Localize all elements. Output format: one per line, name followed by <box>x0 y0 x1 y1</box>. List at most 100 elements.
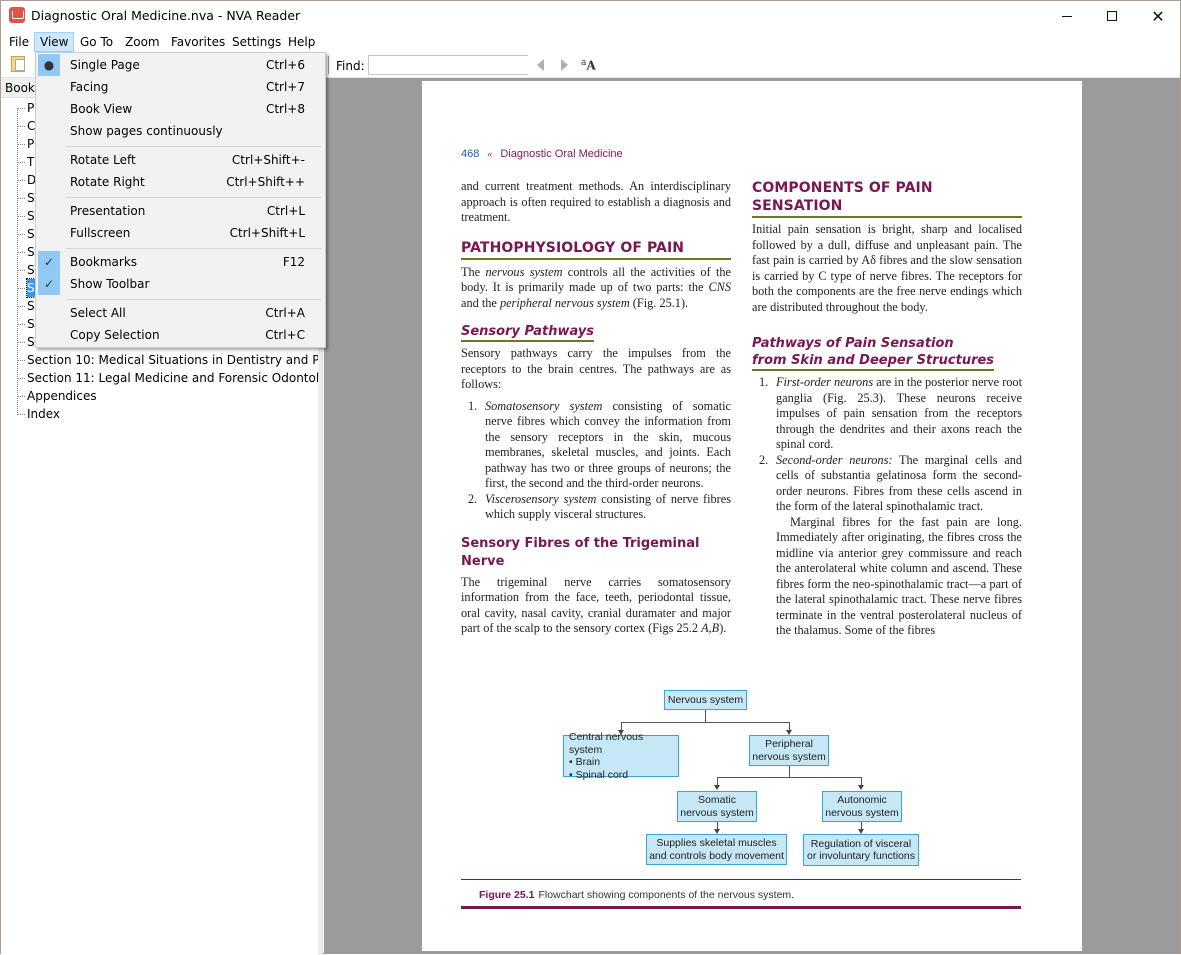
right-column: COMPONENTS OF PAIN SENSATION Initial pai… <box>752 179 1022 639</box>
heading-pathways-line2: from Skin and Deeper Structures <box>752 352 995 371</box>
menu-favorites[interactable]: Favorites <box>166 32 230 52</box>
close-icon: ✕ <box>1151 6 1165 26</box>
node-somatic: Somatic nervous system <box>677 791 757 822</box>
bookmark-item-index[interactable]: Index <box>27 405 60 423</box>
paragraph-marginal-fibres: Marginal fibres for the fast pain are lo… <box>776 514 1022 638</box>
running-title: Diagnostic Oral Medicine <box>500 148 623 160</box>
figure-label: Figure 25.1 <box>479 889 535 901</box>
bookmark-item-selected[interactable]: S <box>26 278 36 298</box>
bookmark-item[interactable]: P <box>27 135 34 153</box>
bookmark-item[interactable]: S <box>27 315 35 333</box>
emphasis: Viscerosensory system <box>485 491 597 506</box>
menu-view[interactable]: View <box>34 32 75 52</box>
menu-check-slot <box>38 302 60 324</box>
match-case-icon[interactable]: aA <box>581 57 596 73</box>
find-next-icon[interactable] <box>561 59 568 71</box>
bookmark-item-appendices[interactable]: Appendices <box>27 387 97 405</box>
menu-item-facing[interactable]: Facing Ctrl+7 <box>38 76 323 98</box>
menu-separator <box>66 248 321 249</box>
menu-go-to[interactable]: Go To <box>75 32 118 52</box>
emphasis: peripheral nervous system <box>499 295 630 310</box>
menu-item-single-page[interactable]: ● Single Page Ctrl+6 <box>38 54 323 76</box>
bookmark-item[interactable]: T <box>27 153 34 171</box>
node-label: or involuntary functions <box>807 850 915 862</box>
figure-rule <box>461 879 1021 880</box>
tree-connector <box>17 108 18 415</box>
node-label: Somatic <box>698 794 736 806</box>
paragraph-components: Initial pain sensation is bright, sharp … <box>752 222 1022 314</box>
menu-item-label: Book View <box>70 102 133 116</box>
list-number: 2. <box>759 452 769 467</box>
checkmark-icon: ✓ <box>38 273 60 295</box>
menu-zoom[interactable]: Zoom <box>120 32 165 52</box>
menu-item-show-toolbar[interactable]: ✓ Show Toolbar <box>38 273 323 295</box>
text-run: The trigeminal nerve carries somatosenso… <box>461 574 731 636</box>
menu-item-label: Select All <box>70 306 126 320</box>
figure-caption: Figure 25.1 Flowchart showing components … <box>479 889 794 901</box>
bookmark-item[interactable]: S <box>27 261 35 279</box>
menu-item-book-view[interactable]: Book View Ctrl+8 <box>38 98 323 120</box>
menu-item-label: Rotate Left <box>70 153 136 167</box>
menu-settings[interactable]: Settings <box>227 32 286 52</box>
text-run: (Fig. 25.1). <box>629 295 689 310</box>
bookmark-item[interactable]: S <box>27 189 35 207</box>
bookmark-item-section-10[interactable]: Section 10: Medical Situations in Dentis… <box>27 351 319 369</box>
tree-connector <box>17 162 25 163</box>
emphasis: First-order neurons <box>776 375 874 389</box>
node-label: Autonomic <box>837 794 887 806</box>
menu-file[interactable]: File <box>4 32 34 52</box>
bookmark-item[interactable]: S <box>27 243 35 261</box>
bookmark-item[interactable]: S <box>27 333 35 351</box>
node-label: Central nervous system <box>569 731 644 756</box>
menu-item-copy-selection[interactable]: Copy Selection Ctrl+C <box>38 324 323 346</box>
bookmark-item[interactable]: P <box>27 99 34 117</box>
menu-item-fullscreen[interactable]: Fullscreen Ctrl+Shift+L <box>38 222 323 244</box>
tree-connector <box>17 342 25 343</box>
sensory-list: 1. Somatosensory system consisting of som… <box>461 399 731 523</box>
find-previous-icon[interactable] <box>537 59 544 71</box>
text-run: The <box>461 264 486 279</box>
menu-item-rotate-right[interactable]: Rotate Right Ctrl+Shift++ <box>38 171 323 193</box>
menu-item-rotate-left[interactable]: Rotate Left Ctrl+Shift+- <box>38 149 323 171</box>
menu-item-select-all[interactable]: Select All Ctrl+A <box>38 302 323 324</box>
running-header: 468 « Diagnostic Oral Medicine <box>461 148 623 160</box>
list-number: 1. <box>468 398 478 413</box>
list-item: 1. Somatosensory system consisting of som… <box>461 399 731 492</box>
bookmark-item-section-11[interactable]: Section 11: Legal Medicine and Forensic … <box>27 369 319 387</box>
menu-item-shortcut: Ctrl+A <box>265 306 305 320</box>
bookmark-item[interactable]: S <box>27 225 35 243</box>
tree-connector <box>17 378 25 379</box>
node-cns: Central nervous system • Brain • Spinal … <box>563 731 679 781</box>
menu-item-show-pages-continuously[interactable]: Show pages continuously <box>38 120 323 142</box>
window-title: Diagnostic Oral Medicine.nva - NVA Reade… <box>31 8 301 23</box>
open-file-icon[interactable] <box>11 56 25 72</box>
menu-item-shortcut: Ctrl+Shift++ <box>226 175 305 189</box>
menu-help[interactable]: Help <box>283 32 320 52</box>
menu-item-presentation[interactable]: Presentation Ctrl+L <box>38 200 323 222</box>
tree-connector <box>17 396 25 397</box>
menu-item-shortcut: Ctrl+8 <box>265 102 305 116</box>
menu-item-shortcut: Ctrl+Shift+- <box>231 153 305 167</box>
close-button[interactable]: ✕ <box>1135 1 1181 31</box>
bookmark-item[interactable]: S <box>27 297 35 315</box>
node-nervous-system: Nervous system <box>664 690 747 710</box>
title-bar: Diagnostic Oral Medicine.nva - NVA Reade… <box>1 1 1180 31</box>
arrow-icon <box>714 785 720 790</box>
find-input[interactable] <box>368 55 528 75</box>
bookmark-item[interactable]: S <box>27 207 35 225</box>
menu-item-bookmarks[interactable]: ✓ Bookmarks F12 <box>38 251 323 273</box>
figure-rule <box>461 906 1021 909</box>
intro-paragraph: and current treatment methods. An interd… <box>461 179 731 224</box>
app-window: Diagnostic Oral Medicine.nva - NVA Reade… <box>0 0 1181 955</box>
minimize-button[interactable] <box>1044 1 1090 31</box>
connector <box>621 722 790 723</box>
heading-trigeminal: Sensory Fibres of the Trigeminal Nerve <box>461 535 700 569</box>
document-viewer[interactable]: 468 « Diagnostic Oral Medicine and current… <box>324 78 1180 954</box>
node-label: nervous system <box>680 806 754 819</box>
tree-connector <box>17 414 25 415</box>
maximize-button[interactable] <box>1089 1 1135 31</box>
menu-item-shortcut: Ctrl+6 <box>265 58 305 72</box>
subheading-wrapper: Pathways of Pain Sensation from Skin and … <box>752 335 1022 371</box>
arrow-icon <box>858 785 864 790</box>
node-somatic-function: Supplies skeletal muscles and controls b… <box>646 834 787 865</box>
